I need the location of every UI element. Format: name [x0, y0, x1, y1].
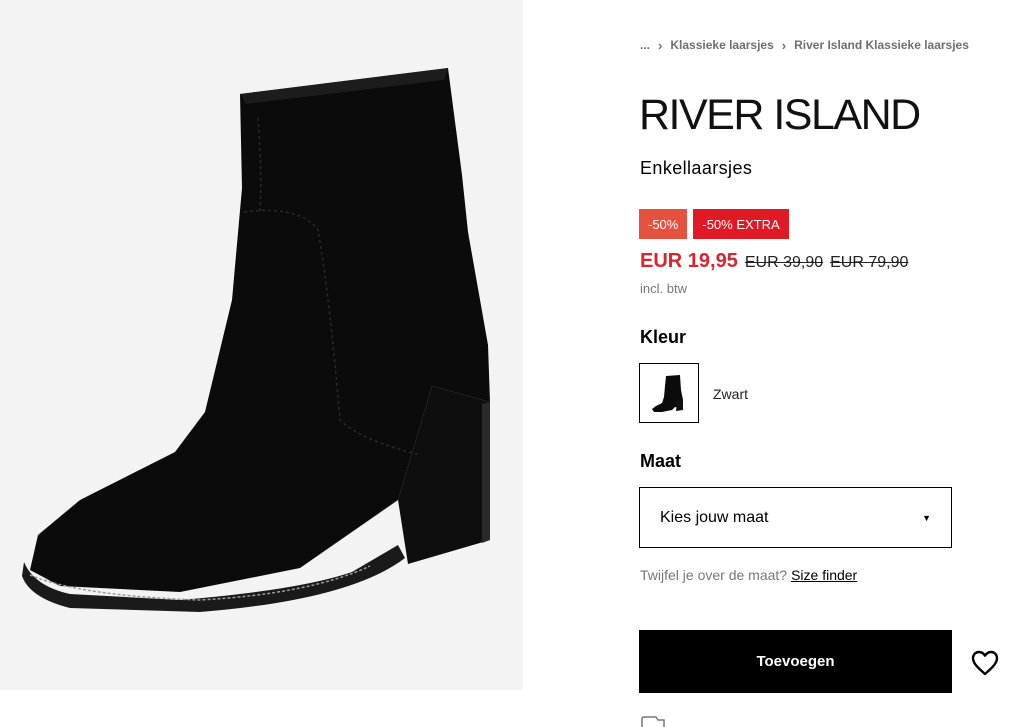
add-to-cart-button[interactable]: Toevoegen — [639, 630, 952, 693]
breadcrumb: ... › Klassieke laarsjes › River Island … — [640, 37, 969, 53]
size-select[interactable]: Kies jouw maat ▼ — [639, 487, 952, 548]
size-help-text: Twijfel je over de maat? — [640, 567, 788, 583]
discount-badges: -50% -50% EXTRA — [639, 209, 789, 239]
product-image[interactable] — [0, 0, 523, 690]
price-block: EUR 19,95 EUR 39,90 EUR 79,90 — [640, 250, 908, 273]
product-name: Enkellaarsjes — [640, 158, 753, 178]
boot-thumbnail — [652, 375, 683, 412]
size-finder-link[interactable]: Size finder — [791, 567, 857, 583]
chevron-right-icon: › — [781, 37, 787, 53]
brand-logo[interactable]: RIVER ISLAND — [639, 90, 929, 136]
color-label: Zwart — [713, 386, 748, 402]
vat-note: incl. btw — [640, 281, 687, 296]
wishlist-button[interactable] — [968, 646, 1002, 680]
size-heading: Maat — [640, 451, 682, 471]
ankle-boot-image — [22, 68, 490, 612]
svg-text:RIVER ISLAND: RIVER ISLAND — [639, 91, 920, 136]
size-select-placeholder: Kies jouw maat — [660, 508, 769, 526]
current-price: EUR 19,95 — [640, 250, 738, 272]
discount-badge: -50% — [639, 209, 688, 239]
color-heading: Kleur — [640, 327, 687, 347]
extra-discount-badge: -50% EXTRA — [693, 209, 789, 239]
chevron-right-icon: › — [658, 37, 663, 53]
recommended-price: EUR 79,90 — [830, 254, 909, 271]
breadcrumb-item-classic-boots[interactable]: Klassieke laarsjes — [670, 38, 773, 52]
original-price: EUR 39,90 — [744, 254, 824, 271]
caret-down-icon: ▼ — [922, 512, 931, 523]
size-help: Twijfel je over de maat? Size finder — [640, 567, 857, 583]
breadcrumb-ellipsis[interactable]: ... — [640, 38, 650, 52]
heart-icon — [971, 650, 999, 676]
color-swatch-black[interactable] — [639, 363, 699, 423]
delivery-truck-icon — [641, 716, 665, 727]
breadcrumb-item-river-island-boots[interactable]: River Island Klassieke laarsjes — [794, 38, 969, 52]
